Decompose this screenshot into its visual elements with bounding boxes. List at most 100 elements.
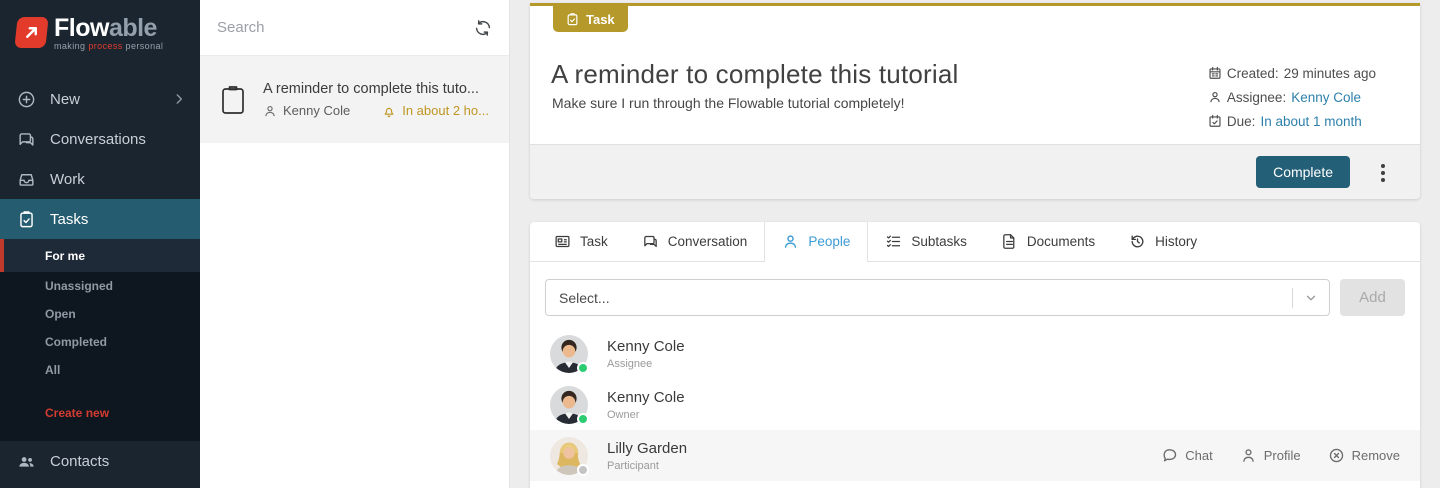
chevron-down-icon[interactable] [1304,291,1318,305]
created-value: 29 minutes ago [1283,65,1376,81]
conversations-icon [17,130,36,149]
flowable-logo-icon [14,17,49,48]
tasks-filter-unassigned[interactable]: Unassigned [0,272,200,300]
task-item-body: A reminder to complete this tuto... Kenn… [263,81,489,118]
person-info: Kenny Cole Owner [607,389,685,421]
task-item-assignee: Kenny Cole [283,103,351,118]
task-action-bar: Complete [530,144,1420,199]
person-name: Kenny Cole [607,388,685,406]
avatar [550,334,589,374]
person-row[interactable]: Lilly Garden Participant Chat Profile Re… [530,430,1420,481]
sidebar-item-label: Work [50,170,85,188]
task-list-item[interactable]: A reminder to complete this tuto... Kenn… [200,56,509,143]
due-label: Due: [1226,113,1256,129]
task-item-due: In about 2 ho... [382,103,489,118]
search-bar [200,0,509,56]
tab-documents[interactable]: Documents [984,222,1112,261]
flowable-logo[interactable]: Flowable making process personal [0,0,200,64]
sidebar-item-documents[interactable]: Documents [0,481,200,488]
assignee-link[interactable]: Kenny Cole [1291,90,1361,105]
tab-bar: Task Conversation People Subtasks Docume… [530,222,1420,262]
profile-action[interactable]: Profile [1240,447,1301,464]
sidebar-item-label: Tasks [50,210,89,228]
remove-action[interactable]: Remove [1328,447,1400,464]
assignee-label: Assignee: [1226,89,1287,105]
more-options-icon[interactable] [1379,162,1387,184]
person-role: Participant [607,459,659,472]
chat-action[interactable]: Chat [1161,447,1213,464]
tasks-filter-for-me[interactable]: For me [0,239,200,272]
person-info: Kenny Cole Assignee [607,338,685,370]
clipboard-icon [221,85,245,115]
subtasks-icon [885,233,902,250]
history-icon [1129,233,1146,250]
created-label: Created: [1226,65,1279,81]
sidebar-item-label: Contacts [50,452,110,470]
tab-conversation[interactable]: Conversation [625,222,765,261]
calendar-check-icon [1208,114,1222,128]
status-dot-online [577,412,589,425]
task-list-panel: A reminder to complete this tuto... Kenn… [200,0,510,488]
tasks-filter-all[interactable]: All [0,356,200,384]
complete-button[interactable]: Complete [1256,156,1350,188]
due-link[interactable]: In about 1 month [1260,114,1361,129]
refresh-icon[interactable] [474,19,492,37]
sidebar-item-work[interactable]: Work [0,159,200,199]
person-row[interactable]: Kenny Cole Assignee [530,328,1420,379]
person-role: Owner [607,408,640,421]
work-inbox-icon [17,170,36,189]
person-row[interactable]: Kenny Cole Owner [530,379,1420,430]
person-name: Kenny Cole [607,337,685,355]
select-placeholder: Select... [559,289,610,306]
add-person-row: Select... Add [545,279,1405,316]
people-select[interactable]: Select... [545,279,1330,316]
tasks-filter-completed[interactable]: Completed [0,328,200,356]
status-dot-online [577,361,589,374]
add-button[interactable]: Add [1340,279,1405,316]
select-divider [1292,287,1293,308]
bell-icon [382,104,396,118]
flowable-wordmark: Flowable making process personal [54,14,164,51]
brand-text: Flow [54,14,109,42]
person-info: Lilly Garden Participant [607,440,687,472]
search-input[interactable] [217,19,474,36]
sidebar-item-contacts[interactable]: Contacts [0,441,200,481]
chat-bubble-icon [1161,447,1178,464]
calendar-icon [1208,66,1222,80]
sidebar-item-new[interactable]: New [0,79,200,119]
avatar [550,436,589,476]
tasks-filter-open[interactable]: Open [0,300,200,328]
assignee-line: Assignee: Kenny Cole [1208,85,1376,109]
document-icon [1001,233,1018,250]
person-icon [263,104,277,118]
person-role: Assignee [607,357,653,370]
task-item-meta: Kenny Cole In about 2 ho... [263,103,489,118]
person-icon [1240,447,1257,464]
conversation-icon [642,233,659,250]
status-dot-offline [577,463,589,476]
tasks-submenu: For me Unassigned Open Completed All Cre… [0,239,200,441]
person-icon [1208,90,1222,104]
sidebar-nav: New Conversations Work Tasks For me Unas… [0,79,200,488]
person-name: Lilly Garden [607,439,688,457]
sidebar-item-conversations[interactable]: Conversations [0,119,200,159]
create-new-task-link[interactable]: Create new [0,399,200,427]
tab-subtasks[interactable]: Subtasks [868,222,984,261]
task-tabs-card: Task Conversation People Subtasks Docume… [530,222,1420,488]
tab-history[interactable]: History [1112,222,1214,261]
contacts-icon [17,452,36,471]
people-list: Kenny Cole Assignee Kenny Cole Owner Lil… [530,328,1420,481]
sidebar-item-tasks[interactable]: Tasks [0,199,200,239]
tasks-clipboard-icon [17,210,36,229]
person-row-actions: Chat Profile Remove [1161,447,1400,464]
due-line: Due: In about 1 month [1208,109,1376,133]
tab-task[interactable]: Task [537,222,625,261]
brand-tagline: making process personal [54,41,164,51]
avatar [550,385,589,425]
sidebar-item-label: Conversations [50,130,146,148]
sidebar: Flowable making process personal New Con… [0,0,200,488]
tab-people[interactable]: People [764,222,869,262]
created-line: Created: 29 minutes ago [1208,61,1376,85]
task-meta: Created: 29 minutes ago Assignee: Kenny … [1208,61,1376,133]
x-circle-icon [1328,447,1345,464]
